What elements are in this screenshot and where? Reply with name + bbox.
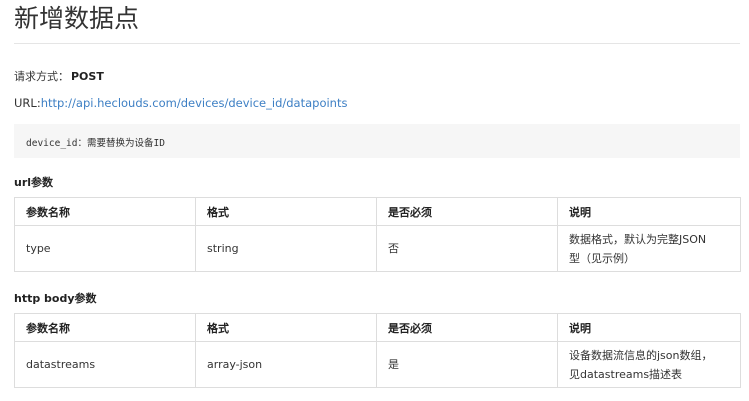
param-desc-cell: 设备数据流信息的json数组， 见datastreams描述表 xyxy=(557,341,741,388)
request-method: 请求方式： POST xyxy=(14,68,104,84)
header-cell: 参数名称 xyxy=(14,197,196,226)
header-cell: 是否必须 xyxy=(376,313,558,342)
body-params-heading: http body参数 xyxy=(14,292,97,305)
request-url: URL:http://api.heclouds.com/devices/devi… xyxy=(14,96,347,110)
header-cell: 格式 xyxy=(195,313,377,342)
table-header-row: 参数名称 格式 是否必须 说明 xyxy=(14,313,741,342)
param-desc-cell: 数据格式，默认为完整JSON 型（见示例） xyxy=(557,225,741,272)
desc-line: 设备数据流信息的json数组， xyxy=(569,348,713,362)
table-row: datastreams array-json 是 设备数据流信息的json数组，… xyxy=(14,341,741,388)
code-block: device_id：需要替换为设备ID xyxy=(14,124,740,158)
param-required-cell: 是 xyxy=(376,341,558,388)
header-cell: 说明 xyxy=(557,313,741,342)
header-cell: 参数名称 xyxy=(14,313,196,342)
url-label: URL: xyxy=(14,96,41,110)
param-required-cell: 否 xyxy=(376,225,558,272)
body-params-table: 参数名称 格式 是否必须 说明 datastreams array-json 是… xyxy=(14,313,741,388)
header-cell: 说明 xyxy=(557,197,741,226)
title-divider xyxy=(14,43,740,44)
page-title: 新增数据点 xyxy=(14,4,140,33)
url-link[interactable]: http://api.heclouds.com/devices/device_i… xyxy=(41,96,348,110)
param-format-cell: array-json xyxy=(195,341,377,388)
method-value: POST xyxy=(71,70,104,83)
param-name-cell: type xyxy=(14,225,196,272)
desc-line: 数据格式，默认为完整JSON xyxy=(569,232,707,246)
header-cell: 格式 xyxy=(195,197,377,226)
method-label: 请求方式： xyxy=(14,70,69,83)
table-row: type string 否 数据格式，默认为完整JSON 型（见示例） xyxy=(14,225,741,272)
url-params-heading: url参数 xyxy=(14,176,54,189)
desc-line: 见datastreams描述表 xyxy=(569,367,683,381)
desc-line: 型（见示例） xyxy=(569,251,635,265)
url-params-table: 参数名称 格式 是否必须 说明 type string 否 数据格式，默认为完整… xyxy=(14,197,741,272)
table-header-row: 参数名称 格式 是否必须 说明 xyxy=(14,197,741,226)
header-cell: 是否必须 xyxy=(376,197,558,226)
param-format-cell: string xyxy=(195,225,377,272)
param-name-cell: datastreams xyxy=(14,341,196,388)
